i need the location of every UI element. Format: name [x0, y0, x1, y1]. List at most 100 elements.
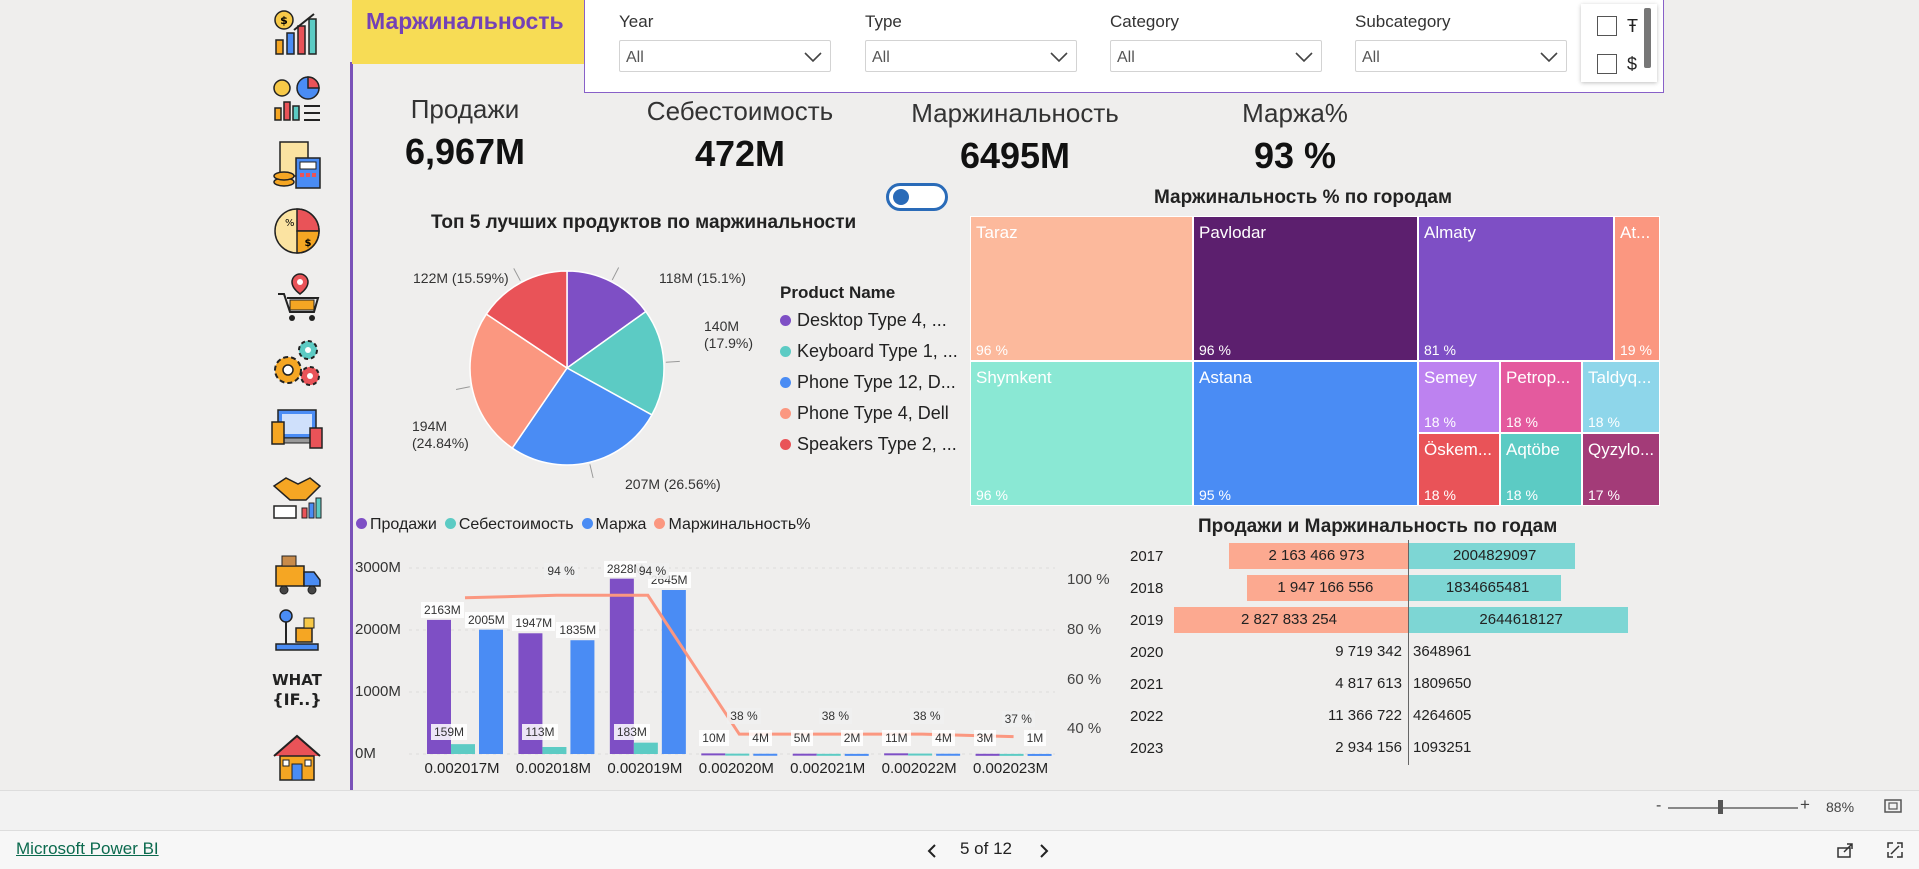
- treemap-cell-name: Taraz: [976, 223, 1018, 242]
- bar-cost[interactable]: [451, 744, 475, 754]
- location-cart-icon[interactable]: [270, 270, 324, 324]
- pie-legend-label: Speakers Type 2, ...: [797, 434, 957, 454]
- bar-cost[interactable]: [908, 753, 933, 756]
- what-if-icon[interactable]: WHAT {IF..}: [270, 664, 324, 718]
- delivery-truck-icon[interactable]: [270, 548, 324, 602]
- bar-sales[interactable]: [884, 753, 909, 756]
- bar-margin[interactable]: [661, 590, 686, 754]
- x-tick-label: 0.002020M: [698, 760, 774, 777]
- pie-leader-line: [665, 360, 680, 363]
- treemap-chart: Taraz 96 % Pavlodar 96 % Almaty 81 % At... 19 %…: [970, 216, 1660, 506]
- fullscreen-icon[interactable]: [1886, 841, 1904, 859]
- bar-margin-label: 2004829097: [1452, 547, 1537, 564]
- zoom-slider-thumb[interactable]: [1718, 800, 1723, 814]
- year-label: 2019: [1130, 612, 1164, 629]
- gears-icon[interactable]: [270, 336, 324, 390]
- pie-legend-label: Phone Type 12, D...: [797, 372, 956, 392]
- treemap-cell[interactable]: Öskem... 18 %: [1418, 433, 1500, 506]
- chevron-down-icon: [1295, 52, 1313, 63]
- combo-legend-label: Продажи: [370, 516, 437, 533]
- slicer-panel: Year All Type All Category All Subcatego…: [584, 0, 1664, 93]
- svg-text:%: %: [285, 218, 295, 229]
- slicer-year-dropdown[interactable]: All: [619, 40, 831, 72]
- bar-sales[interactable]: [701, 753, 726, 756]
- devices-icon[interactable]: [270, 402, 324, 456]
- bar-margin[interactable]: [753, 753, 778, 756]
- fit-page-icon[interactable]: [1884, 799, 1902, 813]
- warehouse-box-icon[interactable]: [270, 604, 324, 658]
- bar-cost[interactable]: [542, 746, 567, 754]
- treemap-cell[interactable]: Astana 95 %: [1193, 361, 1418, 506]
- slicer-year-label: Year: [619, 12, 654, 31]
- bar-margin[interactable]: [570, 640, 595, 754]
- y-tick-label: 3000M: [355, 559, 401, 576]
- kpi-margin-pct-value: 93 %: [1253, 135, 1337, 176]
- finance-calculator-icon[interactable]: [270, 138, 324, 192]
- zoom-slider-track[interactable]: [1668, 807, 1798, 809]
- bar-margin[interactable]: [479, 629, 503, 754]
- bar-margin[interactable]: [936, 753, 961, 756]
- home-icon[interactable]: [270, 730, 324, 784]
- x-tick-label: 0.002021M: [790, 760, 866, 777]
- treemap-cell[interactable]: Pavlodar 96 %: [1193, 216, 1418, 361]
- data-label: 1M: [1023, 730, 1047, 746]
- kpi-sales-label: Продажи: [410, 94, 520, 124]
- butterfly-chart: 2017 2 163 466 973 2004829097 2018 1 947 166…: [1120, 540, 1680, 770]
- bar-cost[interactable]: [633, 742, 658, 754]
- currency-toggle[interactable]: [886, 183, 948, 211]
- slicer-category-dropdown[interactable]: All: [1110, 40, 1322, 72]
- treemap-cell[interactable]: At... 19 %: [1614, 216, 1660, 361]
- y2-tick-label: 80 %: [1067, 621, 1102, 638]
- slicer-type-dropdown[interactable]: All: [865, 40, 1077, 72]
- bar-cost[interactable]: [999, 753, 1024, 756]
- kpi-margin-value: 6495M: [959, 135, 1071, 176]
- butterfly-title: Продажи и Маржинальность по годам: [1198, 516, 1558, 537]
- treemap-cell[interactable]: Shymkent 96 %: [970, 361, 1193, 506]
- treemap-cell[interactable]: Almaty 81 %: [1418, 216, 1614, 361]
- pie-money-icon[interactable]: $%: [270, 204, 324, 258]
- bar-cost[interactable]: [816, 753, 841, 756]
- slicer-year-value: All: [626, 49, 644, 66]
- pie-leader-line: [611, 267, 620, 281]
- bar-margin[interactable]: [844, 753, 869, 756]
- report-canvas: $ $% WHAT {IF..} Маржинальность Year All…: [0, 0, 1919, 790]
- bar-cost[interactable]: [725, 753, 750, 756]
- slicer-subcategory: Subcategory All: [1355, 12, 1567, 72]
- treemap-cell[interactable]: Qyzylo... 17 %: [1582, 433, 1660, 506]
- legend-dot: [780, 315, 791, 326]
- data-label: 2163M: [421, 601, 464, 618]
- bar-sales[interactable]: [975, 753, 1000, 756]
- checkbox-scrollbar[interactable]: [1644, 8, 1651, 68]
- zoom-out-button[interactable]: -: [1656, 797, 1661, 815]
- bar-margin-label: 1834665481: [1445, 579, 1530, 596]
- power-bi-link[interactable]: Microsoft Power BI: [16, 839, 159, 859]
- treemap-cell-value: 96 %: [976, 342, 1008, 358]
- treemap-cell[interactable]: Petrop... 18 %: [1500, 361, 1582, 433]
- kpi-cost-label: Себестоимость: [646, 96, 834, 126]
- bar-margin[interactable]: [1027, 753, 1052, 756]
- treemap-cell-value: 18 %: [1506, 487, 1538, 503]
- slicer-subcategory-label: Subcategory: [1355, 12, 1451, 31]
- y2-tick-label: 60 %: [1067, 670, 1102, 688]
- checkbox-tenge[interactable]: [1597, 16, 1617, 36]
- prev-page-icon[interactable]: [926, 843, 938, 859]
- treemap-cell[interactable]: Aqtöbe 18 %: [1500, 433, 1582, 506]
- data-label: 3M: [973, 730, 997, 746]
- year-label: 2021: [1130, 676, 1164, 693]
- treemap-cell[interactable]: Semey 18 %: [1418, 361, 1500, 433]
- treemap-cell-value: 18 %: [1588, 414, 1620, 430]
- treemap-cell[interactable]: Taldyq... 18 %: [1582, 361, 1660, 433]
- kpi-cost: Себестоимость 472M: [630, 96, 850, 175]
- treemap-cell-value: 18 %: [1506, 414, 1538, 430]
- share-icon[interactable]: [1836, 841, 1856, 859]
- bar-sales[interactable]: [792, 753, 817, 756]
- next-page-icon[interactable]: [1038, 843, 1050, 859]
- handshake-chart-icon[interactable]: [270, 468, 324, 522]
- bar-sales-label: 11 366 722: [1328, 707, 1402, 724]
- zoom-in-button[interactable]: +: [1800, 795, 1810, 815]
- treemap-cell[interactable]: Taraz 96 %: [970, 216, 1193, 361]
- slicer-subcategory-dropdown[interactable]: All: [1355, 40, 1567, 72]
- sales-growth-icon[interactable]: $: [270, 6, 324, 60]
- sales-analytics-icon[interactable]: [270, 72, 324, 126]
- checkbox-dollar[interactable]: [1597, 54, 1617, 74]
